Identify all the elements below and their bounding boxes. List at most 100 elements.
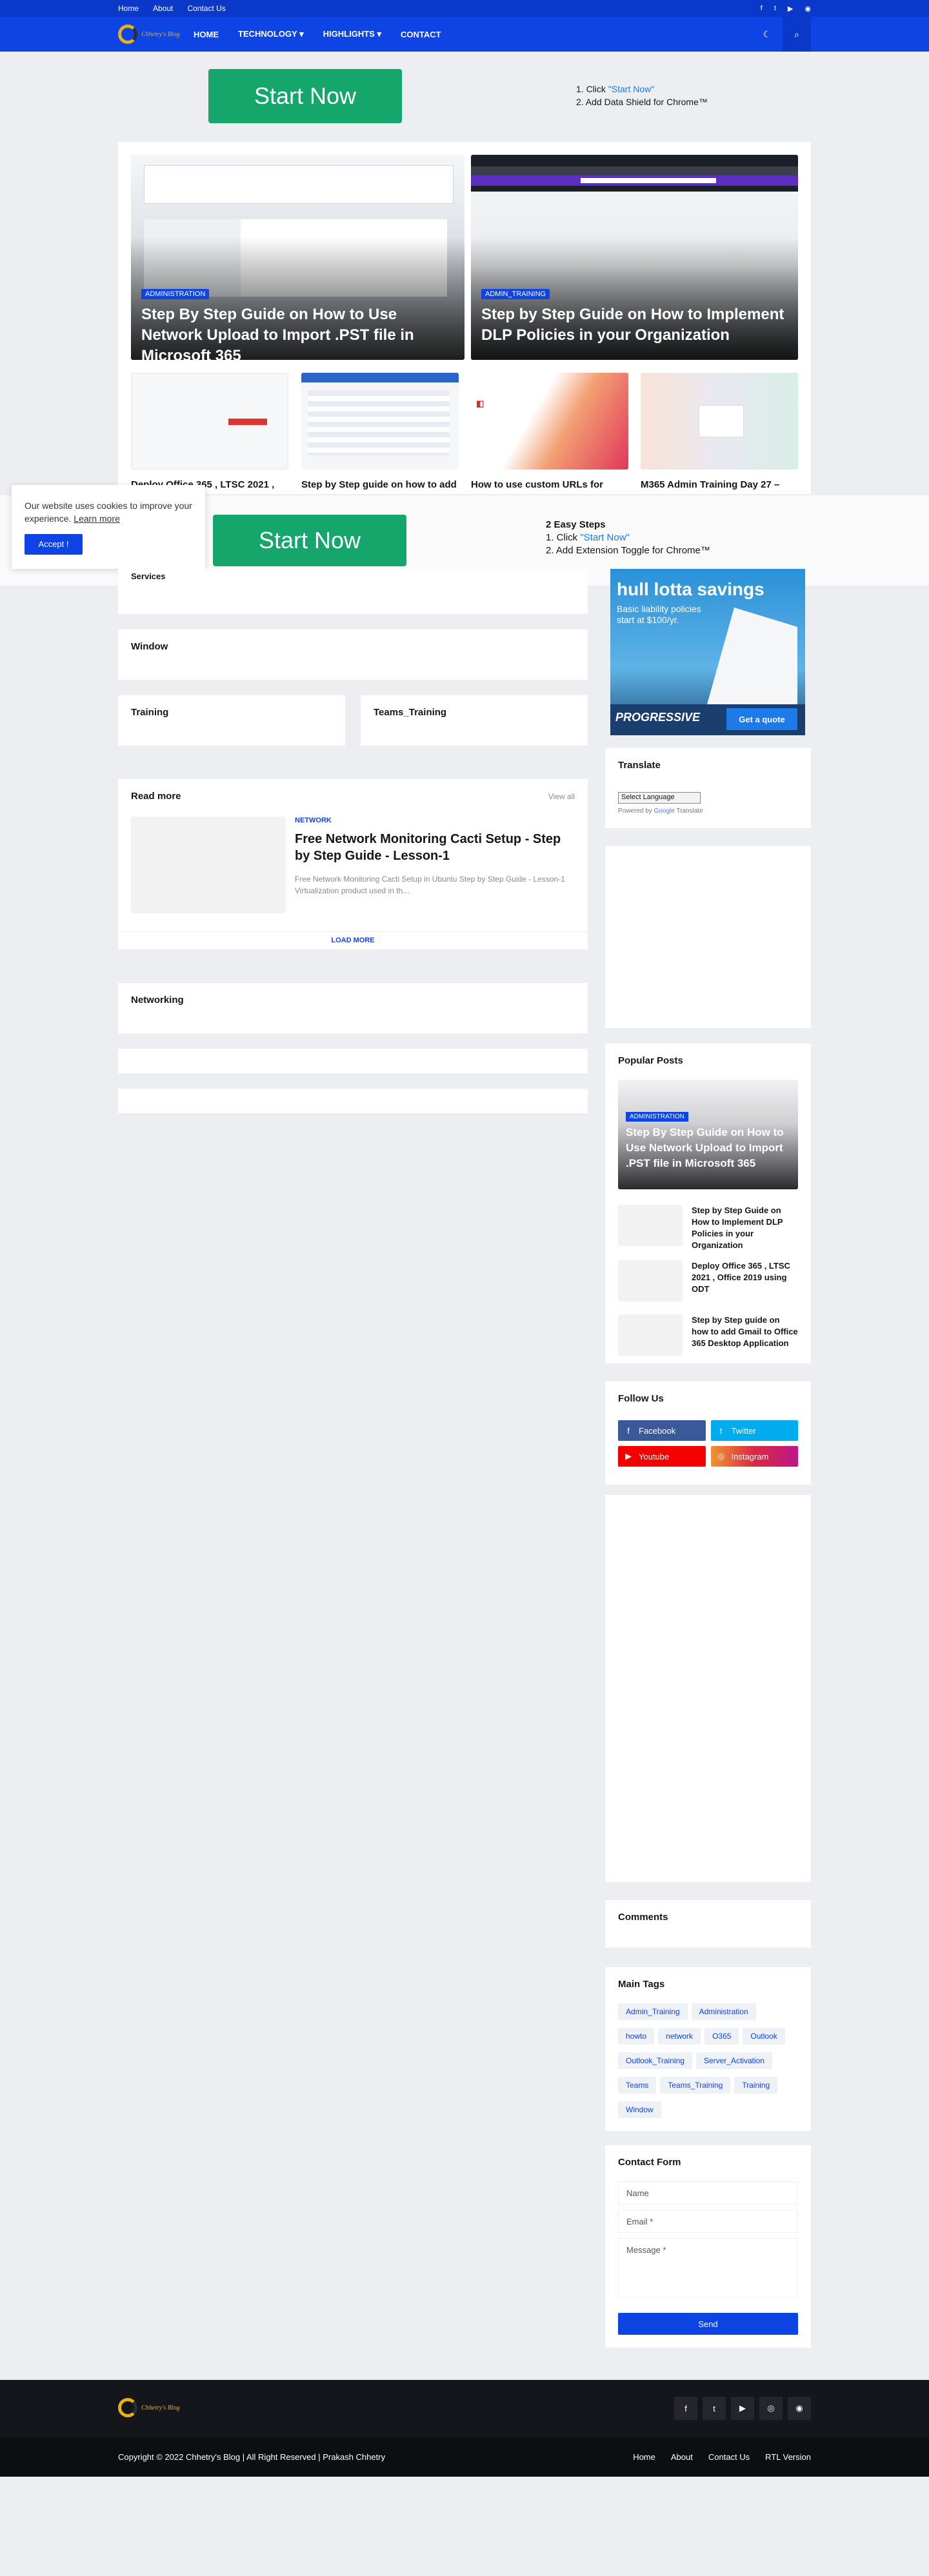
featured-category-badge[interactable]: ADMIN_TRAINING <box>481 289 550 299</box>
progressive-ad-image[interactable]: hull lotta savings Basic liability polic… <box>610 569 805 735</box>
footer-link-home[interactable]: Home <box>633 2452 655 2462</box>
section-title[interactable]: Teams_Training <box>374 707 446 718</box>
youtube-follow-button[interactable]: ▶ Youtube <box>618 1446 706 1467</box>
popular-top-post[interactable]: ADMINISTRATION Step By Step Guide on How… <box>618 1080 798 1189</box>
small-post-title[interactable]: Step by Step guide on how to add Gmail t… <box>301 479 459 493</box>
read-more-post-title[interactable]: Free Network Monitoring Cacti Setup - St… <box>295 831 572 864</box>
ad-middle-step1-link[interactable]: "Start Now" <box>580 532 630 543</box>
search-icon: ⌕ <box>794 28 799 39</box>
ad-middle-start-button[interactable]: Start Now <box>213 515 406 566</box>
small-post-thumb <box>301 373 459 470</box>
sidebar-follow-us: Follow Us f Facebook t Twitter ▶ Youtube ◎ I… <box>605 1382 811 1485</box>
menu-item-home[interactable]: HOME <box>194 30 219 39</box>
tag-window[interactable]: Window <box>618 2101 661 2118</box>
section-title[interactable]: Window <box>131 641 168 652</box>
featured-title[interactable]: Step by Step Guide on How to Implement D… <box>481 304 788 346</box>
view-all-link[interactable]: View all <box>548 792 575 801</box>
top-link-home[interactable]: Home <box>118 4 139 13</box>
featured-section: ADMINISTRATION Step By Step Guide on How… <box>118 142 811 494</box>
featured-post-1[interactable]: ADMINISTRATION Step By Step Guide on How… <box>131 155 464 360</box>
footer-logo[interactable]: Chhetry's Blog <box>118 2398 180 2417</box>
popular-top-category[interactable]: ADMINISTRATION <box>626 1112 688 1122</box>
featured-post-2[interactable]: ADMIN_TRAINING Step by Step Guide on How… <box>471 155 798 360</box>
thumb-dialog <box>699 405 744 437</box>
featured-title[interactable]: Step By Step Guide on How to Use Network… <box>141 304 454 360</box>
facebook-icon[interactable]: f <box>761 5 763 12</box>
tag-network[interactable]: network <box>658 2028 701 2045</box>
popular-item-title[interactable]: Step by Step guide on how to add Gmail t… <box>692 1314 798 1349</box>
message-field[interactable]: Message * <box>618 2238 798 2297</box>
youtube-icon[interactable]: ▶ <box>788 5 793 13</box>
tag-outlook[interactable]: Outlook <box>743 2028 785 2045</box>
popular-item-title[interactable]: Deploy Office 365 , LTSC 2021 , Office 2… <box>692 1260 798 1295</box>
tag-o365[interactable]: O365 <box>704 2028 739 2045</box>
section-title[interactable]: Training <box>131 707 168 718</box>
small-post-1[interactable]: Deploy Office 365 , LTSC 2021 , Office 2… <box>131 373 288 493</box>
site-logo[interactable]: Chhetry's Blog <box>118 25 180 44</box>
name-field[interactable]: Name <box>618 2181 798 2204</box>
twitter-icon[interactable]: t <box>774 5 776 12</box>
popular-item[interactable]: Step by Step Guide on How to Implement D… <box>618 1205 798 1251</box>
section-title[interactable]: Networking <box>131 995 184 1006</box>
twitter-icon[interactable]: t <box>703 2397 726 2420</box>
footer-link-about[interactable]: About <box>671 2452 693 2462</box>
popular-item[interactable]: Step by Step guide on how to add Gmail t… <box>618 1314 798 1361</box>
boat-shape <box>707 608 797 704</box>
section-services: Services <box>118 569 588 614</box>
small-post-3[interactable]: ◧ How to use custom URLs for Microsoft 3… <box>471 373 628 493</box>
load-more-button[interactable]: LOAD MORE <box>118 936 588 944</box>
language-select[interactable]: Select Language <box>618 792 701 804</box>
youtube-icon[interactable]: ▶ <box>731 2397 754 2420</box>
menu-item-highlights[interactable]: HIGHLIGHTS ▾ <box>323 29 381 39</box>
footer-link-rtl[interactable]: RTL Version <box>765 2452 811 2462</box>
tag-training[interactable]: Training <box>734 2077 778 2094</box>
translate-link[interactable]: Translate <box>676 807 703 815</box>
tag-administration[interactable]: Administration <box>691 2003 756 2020</box>
popular-item[interactable]: Deploy Office 365 , LTSC 2021 , Office 2… <box>618 1260 798 1307</box>
cookie-accept-button[interactable]: Accept ! <box>25 534 83 555</box>
tag-outlook-training[interactable]: Outlook_Training <box>618 2052 692 2069</box>
twitter-follow-button[interactable]: t Twitter <box>710 1420 798 1441</box>
tag-teams-training[interactable]: Teams_Training <box>660 2077 731 2094</box>
google-logo: Google <box>654 807 675 815</box>
top-link-contact[interactable]: Contact Us <box>187 4 225 13</box>
small-post-title[interactable]: M365 Admin Training Day 27 – Microsoft T… <box>641 479 798 493</box>
email-field[interactable]: Email * <box>618 2210 798 2233</box>
featured-category-badge[interactable]: ADMINISTRATION <box>141 289 210 299</box>
small-post-title[interactable]: How to use custom URLs for Microsoft 365 <box>471 479 628 493</box>
footer-social: f t ▶ ◎ ◉ <box>674 2397 811 2420</box>
read-more-category[interactable]: NETWORK <box>295 817 332 824</box>
ad-line2: start at $100/yr. <box>617 615 679 625</box>
small-post-2[interactable]: Step by Step guide on how to add Gmail t… <box>301 373 459 493</box>
cookie-learn-more-link[interactable]: Learn more <box>74 513 120 524</box>
tag-teams[interactable]: Teams <box>618 2077 657 2094</box>
search-button[interactable]: ⌕ <box>783 17 811 52</box>
instagram-follow-button[interactable]: ◎ Instagram <box>710 1446 798 1467</box>
instagram-icon[interactable]: ◎ <box>759 2397 783 2420</box>
tag-server-activation[interactable]: Server_Activation <box>695 2052 772 2069</box>
top-link-about[interactable]: About <box>153 4 173 13</box>
facebook-icon[interactable]: f <box>674 2397 697 2420</box>
menu-item-technology[interactable]: TECHNOLOGY ▾ <box>238 29 304 39</box>
sidebar-ad[interactable]: hull lotta savings Basic liability polic… <box>605 569 811 743</box>
ad-top-step1-link[interactable]: "Start Now" <box>608 84 654 94</box>
tag-howto[interactable]: howto <box>618 2028 655 2045</box>
tag-admin-training[interactable]: Admin_Training <box>618 2003 688 2020</box>
dark-mode-icon[interactable]: ☾ <box>763 29 771 40</box>
menu-item-contact[interactable]: CONTACT <box>401 30 441 39</box>
ad-start-now-button[interactable]: Start Now <box>208 69 402 123</box>
instagram-icon: ◎ <box>717 1451 725 1461</box>
popular-item-title[interactable]: Step by Step Guide on How to Implement D… <box>692 1205 798 1251</box>
rss-icon[interactable]: ◉ <box>788 2397 811 2420</box>
popular-top-title[interactable]: Step By Step Guide on How to Use Network… <box>626 1125 790 1171</box>
small-post-4[interactable]: M365 Admin Training Day 27 – Microsoft T… <box>641 373 798 493</box>
read-more-thumb[interactable] <box>131 817 286 913</box>
popular-thumb <box>618 1205 683 1246</box>
logo-mark <box>118 25 137 44</box>
facebook-follow-button[interactable]: f Facebook <box>618 1420 706 1441</box>
rss-icon[interactable]: ◉ <box>804 5 811 13</box>
get-quote-button[interactable]: Get a quote <box>726 708 797 730</box>
footer-link-contact[interactable]: Contact Us <box>708 2452 750 2462</box>
nav-icons: ☾ ⌕ <box>763 17 811 52</box>
send-button[interactable]: Send <box>618 2313 798 2335</box>
